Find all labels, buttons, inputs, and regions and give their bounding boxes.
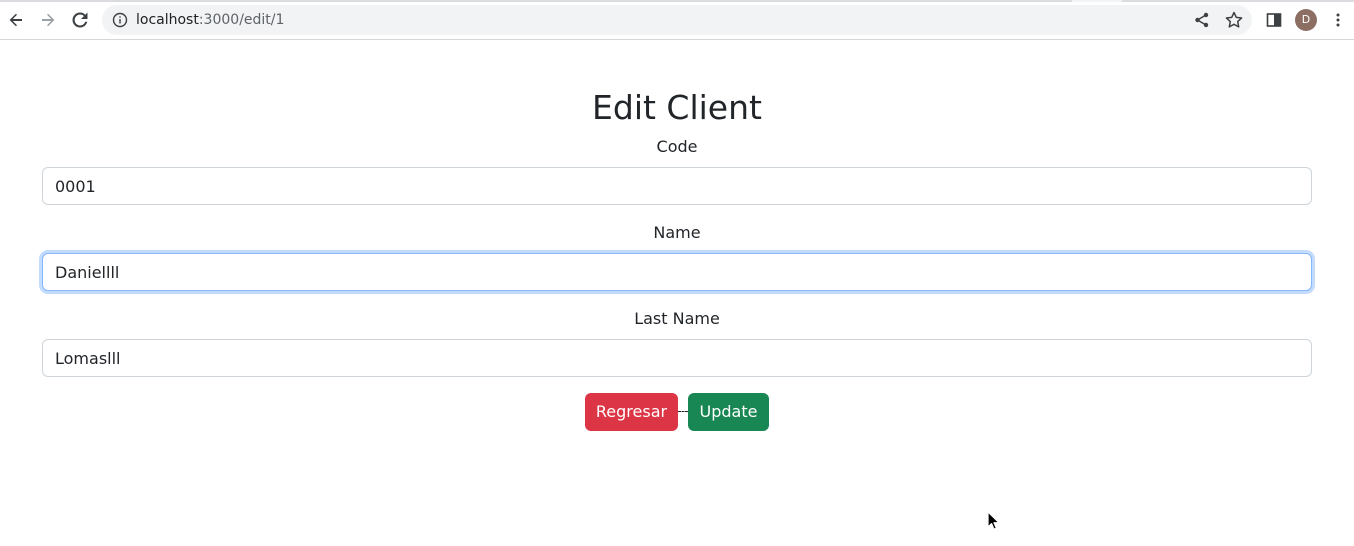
profile-avatar[interactable]: D [1295, 9, 1317, 31]
name-label: Name [653, 223, 701, 242]
browser-toolbar: localhost:3000/edit/1 D [0, 0, 1354, 40]
button-separator [678, 411, 688, 412]
star-icon[interactable] [1224, 10, 1244, 30]
active-tab-indicator [1072, 0, 1122, 2]
info-icon[interactable] [112, 12, 128, 28]
name-field[interactable] [42, 253, 1312, 291]
update-button[interactable]: Update [688, 393, 769, 431]
page-title: Edit Client [592, 88, 762, 127]
last-name-label: Last Name [634, 309, 720, 328]
menu-icon[interactable] [1324, 6, 1352, 34]
forward-icon[interactable] [34, 6, 62, 34]
reload-icon[interactable] [66, 6, 94, 34]
side-panel-icon[interactable] [1260, 6, 1288, 34]
url-host: localhost [136, 12, 199, 28]
address-bar[interactable]: localhost:3000/edit/1 [102, 5, 1252, 35]
tab-strip-edge [0, 0, 1354, 2]
back-icon[interactable] [2, 6, 30, 34]
url-path: :3000/edit/1 [198, 12, 285, 28]
url-text[interactable]: localhost:3000/edit/1 [136, 11, 284, 29]
code-label: Code [656, 137, 698, 156]
share-icon[interactable] [1192, 10, 1212, 30]
back-button[interactable]: Regresar [585, 393, 678, 431]
code-field[interactable] [42, 167, 1312, 205]
last-name-field[interactable] [42, 339, 1312, 377]
mouse-pointer-icon [987, 511, 1000, 530]
